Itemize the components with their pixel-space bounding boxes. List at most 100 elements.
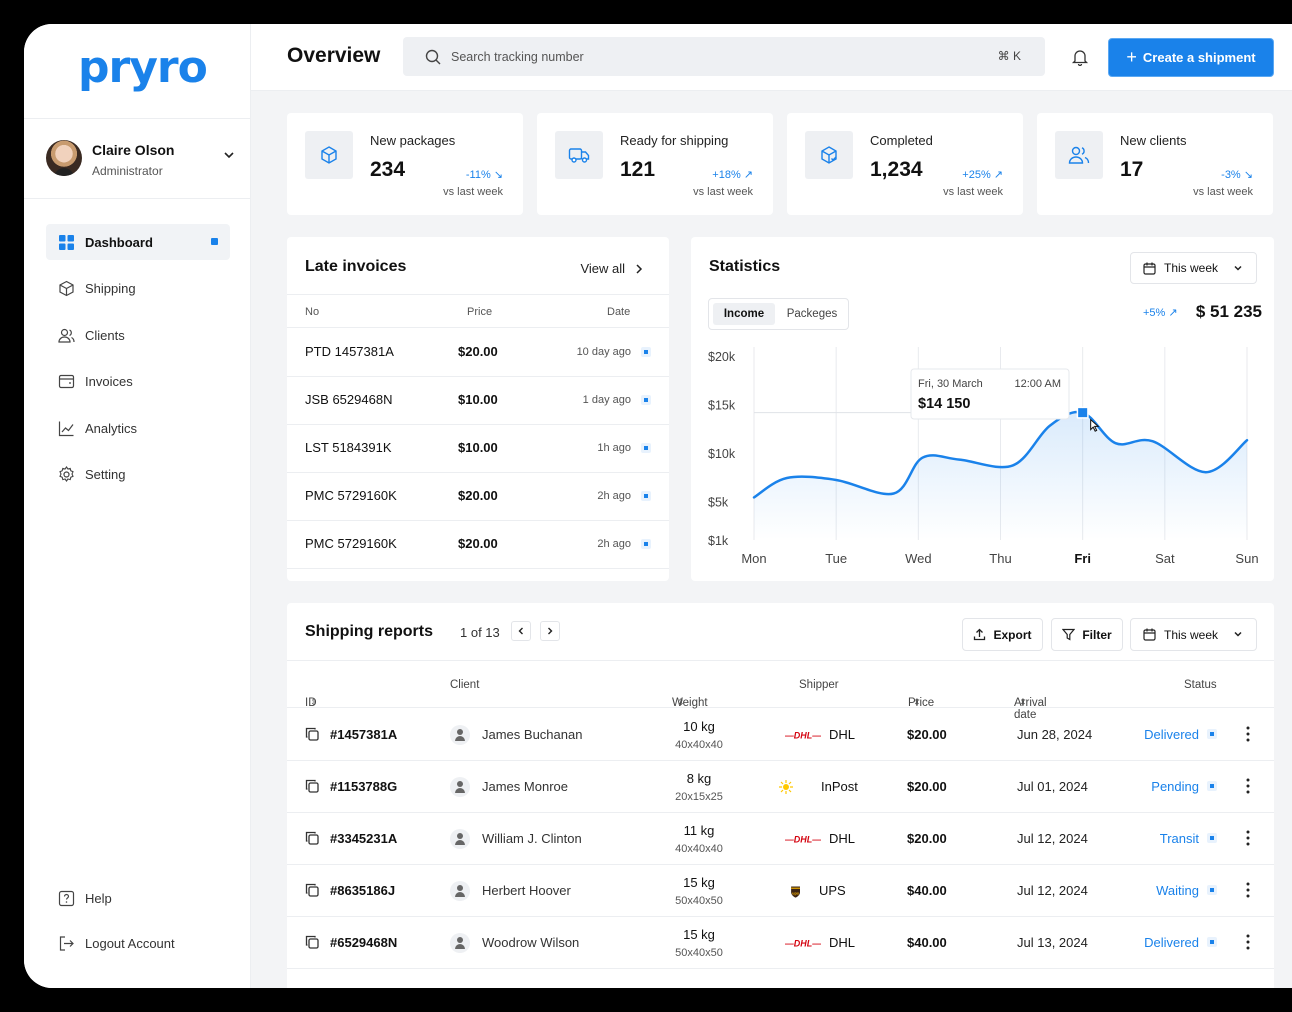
arrival-date: Jul 13, 2024 <box>1017 935 1088 950</box>
avatar <box>46 140 82 176</box>
more-vertical-icon[interactable] <box>1242 829 1254 847</box>
filter-button[interactable]: Filter <box>1051 618 1123 651</box>
shipment-price: $40.00 <box>907 935 947 950</box>
x-tick-label: Tue <box>825 551 847 566</box>
status-dot <box>1207 833 1217 843</box>
kpi-delta: -11% ↘ <box>465 169 503 181</box>
next-page-button[interactable] <box>540 621 560 641</box>
client-name: James Monroe <box>482 779 568 794</box>
sidebar-item-logout[interactable]: Logout Account <box>46 925 230 961</box>
export-button[interactable]: Export <box>962 618 1043 651</box>
sidebar-item-help[interactable]: Help <box>46 880 230 916</box>
app-logo[interactable]: pryro <box>78 42 208 93</box>
invoice-price: $20.00 <box>458 344 498 359</box>
copy-icon[interactable] <box>305 727 319 741</box>
filter-label: Filter <box>1082 627 1112 642</box>
sidebar-divider <box>24 198 251 199</box>
copy-icon[interactable] <box>305 883 319 897</box>
x-tick-label: Thu <box>989 551 1011 566</box>
create-shipment-button[interactable]: + Create a shipment <box>1108 38 1274 77</box>
help-icon <box>58 890 75 906</box>
table-row[interactable]: PTD 1457381A $20.00 10 day ago <box>287 329 669 377</box>
more-vertical-icon[interactable] <box>1242 933 1254 951</box>
table-row[interactable]: JSB 6529468N $10.00 1 day ago <box>287 377 669 425</box>
status-dot <box>641 347 651 357</box>
more-vertical-icon[interactable] <box>1242 777 1254 795</box>
sort-icon: ⇕ <box>677 697 685 707</box>
chevron-down-icon[interactable] <box>222 148 236 162</box>
prev-page-button[interactable] <box>511 621 531 641</box>
tab-packages[interactable]: Packeges <box>781 303 843 325</box>
svg-text:ups: ups <box>792 890 799 895</box>
user-menu[interactable]: Claire Olson Administrator <box>46 140 236 180</box>
grid-icon <box>59 234 74 250</box>
sidebar-item-label: Analytics <box>85 420 138 436</box>
table-row[interactable]: #8635186J Herbert Hoover 15 kg 50x40x50 ups U… <box>287 865 1274 917</box>
table-row[interactable]: #6529468N Woodrow Wilson 15 kg 50x40x50 —DHL… <box>287 917 1274 969</box>
x-tick-label: Mon <box>741 551 766 566</box>
shipment-id[interactable]: #3345231A <box>330 831 397 846</box>
sidebar-item-shipping[interactable]: Shipping <box>46 271 230 307</box>
invoices-table-header: No Price Date <box>287 294 669 328</box>
sidebar-item-setting[interactable]: Setting <box>46 457 230 493</box>
sidebar-item-invoices[interactable]: Invoices <box>46 364 230 400</box>
col-no: No <box>305 306 320 318</box>
shipment-id[interactable]: #1153788G <box>330 779 397 794</box>
search-bar[interactable]: ⌘ K <box>403 37 1045 76</box>
client-name: James Buchanan <box>482 727 583 742</box>
svg-text:—DHL—: —DHL— <box>785 835 821 845</box>
more-vertical-icon[interactable] <box>1242 881 1254 899</box>
active-indicator <box>211 238 218 245</box>
table-row[interactable]: LST 5184391K $10.00 1h ago <box>287 425 669 473</box>
upload-icon <box>974 628 986 641</box>
table-row[interactable]: PMC 5729160K $20.00 2h ago <box>287 473 669 521</box>
invoice-no: LST 5184391K <box>305 440 392 455</box>
more-vertical-icon[interactable] <box>1242 725 1254 743</box>
sidebar-item-analytics[interactable]: Analytics <box>46 410 230 446</box>
table-row[interactable]: PMC 5729160K $20.00 2h ago <box>287 521 669 569</box>
gear-icon <box>59 466 74 482</box>
copy-icon[interactable] <box>305 779 319 793</box>
kpi-sub: vs last week <box>943 186 1003 198</box>
x-tick-label: Sat <box>1155 551 1175 566</box>
shipment-id[interactable]: #8635186J <box>330 883 395 898</box>
shipment-id[interactable]: #1457381A <box>330 727 397 742</box>
sidebar-item-clients[interactable]: Clients <box>46 317 230 353</box>
sidebar-item-label: Clients <box>85 327 125 343</box>
weight: 10 kg <box>683 719 715 734</box>
col-price: Price <box>467 306 493 318</box>
invoice-date: 1 day ago <box>582 394 631 406</box>
statistics-card: Statistics This week Income Packeges +5%… <box>691 237 1274 581</box>
bell-icon[interactable] <box>1071 48 1089 66</box>
device-frame: pryro Claire Olson Administrator Dashboa… <box>0 0 1292 1012</box>
copy-icon[interactable] <box>305 831 319 845</box>
stats-period-label: This week <box>1164 261 1219 275</box>
sidebar-bottom-nav: Help Logout Account <box>46 880 230 970</box>
invoice-no: PMC 5729160K <box>305 488 397 503</box>
x-tick-label: Fri <box>1074 551 1091 566</box>
table-row[interactable]: #1153788G James Monroe 8 kg 20x15x25 InPost $… <box>287 761 1274 813</box>
invoice-no: PTD 1457381A <box>305 344 394 359</box>
reports-period-select[interactable]: This week <box>1130 618 1257 651</box>
kpi-icon-box <box>305 131 353 179</box>
weight: 15 kg <box>683 927 715 942</box>
status-dot <box>1207 885 1217 895</box>
y-tick-label: $5k <box>708 495 729 509</box>
plus-icon: + <box>1126 47 1137 67</box>
tab-income[interactable]: Income <box>713 303 775 325</box>
income-chart[interactable]: $20k $15k $10k $5k $1k Mon Tue Wed Thu Fri Sat Sun F… <box>691 337 1274 581</box>
sidebar: pryro Claire Olson Administrator Dashboa… <box>24 24 251 988</box>
kpi-delta: -3% ↘ <box>1221 169 1253 181</box>
chart-line-icon <box>58 421 74 436</box>
kpi-label: Completed <box>870 133 933 148</box>
stats-period-select[interactable]: This week <box>1130 252 1257 284</box>
copy-icon[interactable] <box>305 935 319 949</box>
logout-icon <box>59 935 74 951</box>
dhl-logo-icon: —DHL— <box>785 938 821 949</box>
table-row[interactable]: #3345231A William J. Clinton 11 kg 40x40x40… <box>287 813 1274 865</box>
shipment-id[interactable]: #6529468N <box>330 935 397 950</box>
view-all-link[interactable]: View all <box>580 261 645 276</box>
sidebar-item-dashboard[interactable]: Dashboard <box>46 224 230 260</box>
search-input[interactable] <box>451 49 971 64</box>
table-row[interactable]: #1457381A James Buchanan 10 kg 40x40x40 —DHL… <box>287 709 1274 761</box>
